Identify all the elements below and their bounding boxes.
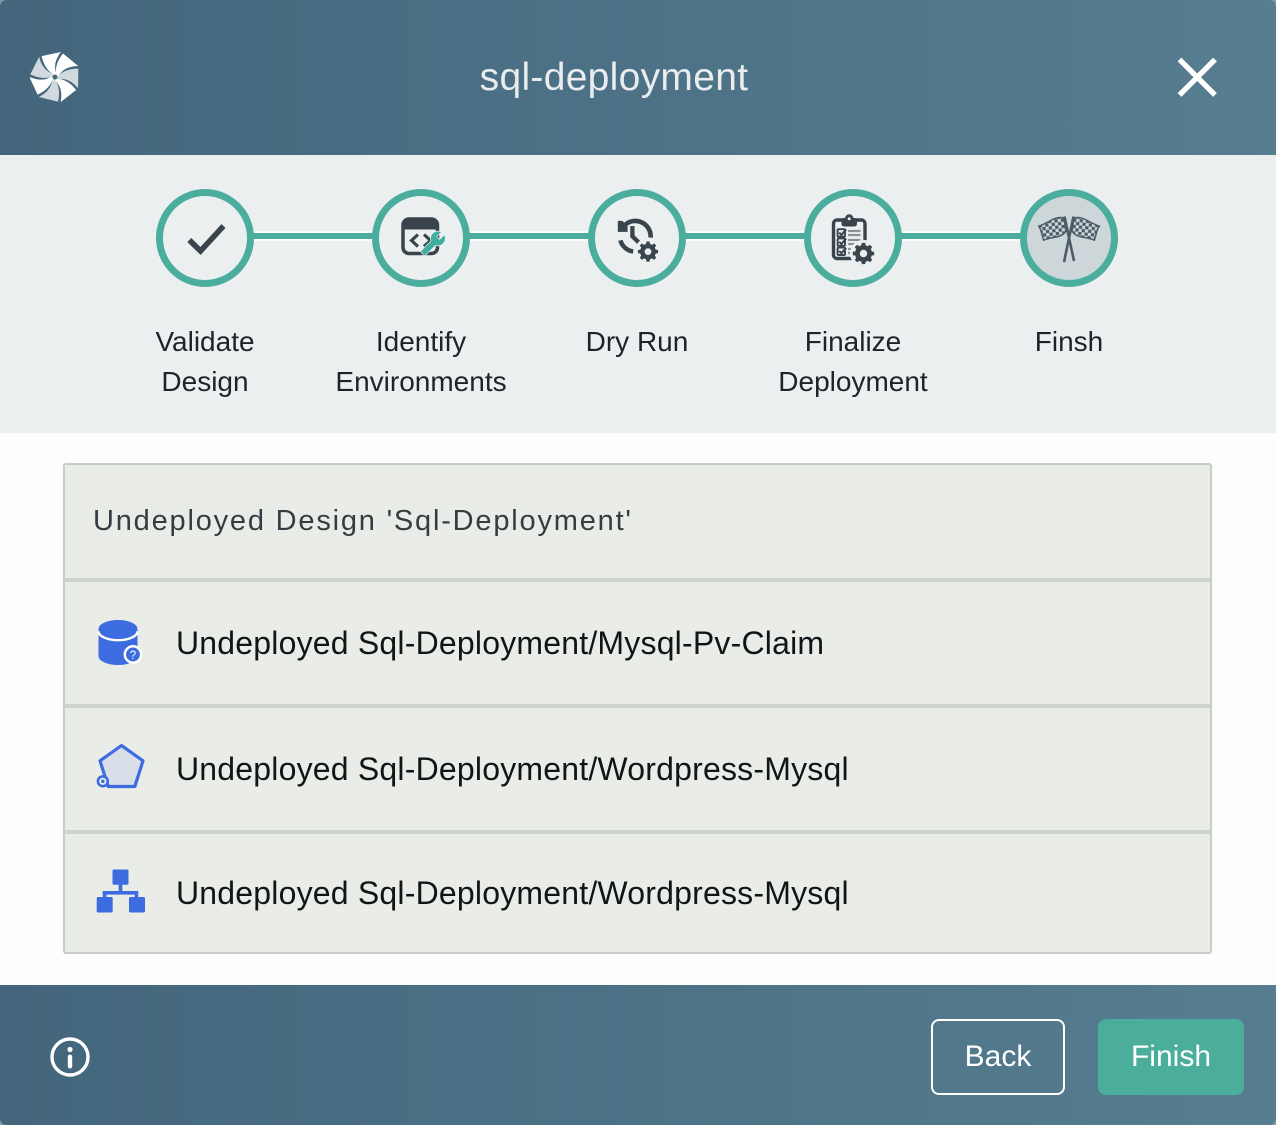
svg-text:?: ? (130, 650, 136, 662)
